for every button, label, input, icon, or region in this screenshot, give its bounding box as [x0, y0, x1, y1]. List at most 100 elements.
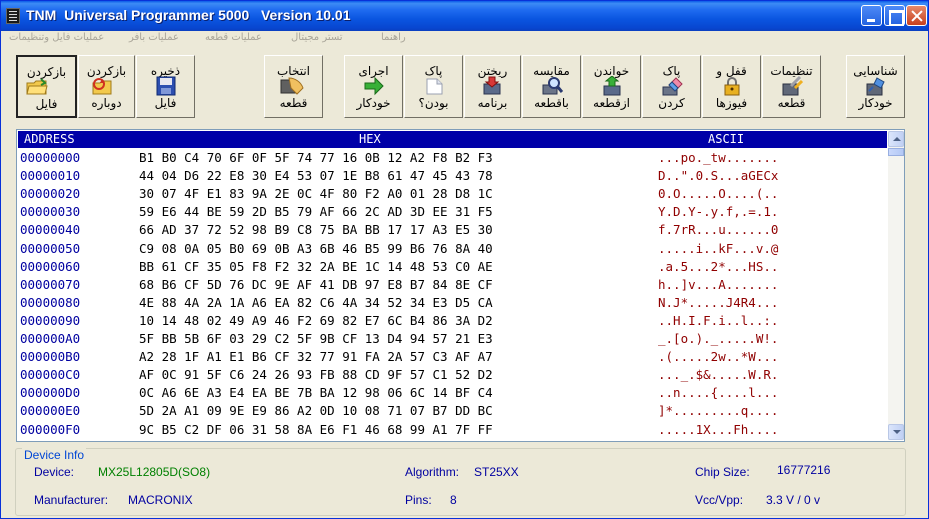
pins-label: Pins: — [405, 493, 432, 507]
chip-size-label: Chip Size: — [695, 465, 750, 479]
hex-bytes: 4E 88 4A 2A 1A A6 EA 82 C6 4A 34 52 34 E… — [139, 294, 493, 310]
save-file-label-2: فایل — [154, 96, 177, 110]
hex-row[interactable]: 00000090 10 14 48 02 49 A9 46 F2 69 82 E7… — [18, 312, 887, 330]
hex-ascii: ...po._tw....... — [658, 150, 779, 165]
vertical-scrollbar[interactable] — [888, 131, 904, 440]
hex-ascii: .(.....2w..*W... — [658, 349, 779, 365]
select-chip-button[interactable]: انتخاب قطعه — [264, 55, 323, 118]
reopen-icon — [92, 78, 112, 95]
hex-row[interactable]: 00000050 C9 08 0A 05 B0 69 0B A3 6B 46 B5… — [18, 240, 887, 258]
hex-address: 00000020 — [20, 186, 81, 202]
hex-ascii: _.[o.)._.....W!. — [658, 331, 779, 346]
manufacturer-value: MACRONIX — [128, 493, 193, 507]
device-label: Device: — [34, 465, 75, 479]
menu-tester[interactable]: تستر مجیتال — [291, 32, 343, 43]
hex-address: 00000000 — [20, 150, 81, 165]
compare-label-2: باقطعه — [534, 96, 569, 110]
hex-row[interactable]: 000000F0 9C B5 C2 DF 06 31 58 8A E6 F1 46… — [18, 421, 887, 439]
hex-row[interactable]: 00000070 68 B6 CF 5D 76 DC 9E AF 41 DB 97… — [18, 276, 887, 294]
hex-bytes: 30 07 4F E1 83 9A 2E 0C 4F 80 F2 A0 01 2… — [139, 186, 493, 202]
auto-run-label-2: خودکار — [356, 96, 391, 110]
read-label-2: ازقطعه — [593, 96, 630, 110]
hex-row[interactable]: 000000B0 A2 28 1F A1 E1 B6 CF 32 77 91 FA… — [18, 348, 887, 366]
vcc-vpp-label: Vcc/Vpp: — [695, 493, 744, 507]
hex-row[interactable]: 000000E0 5D 2A A1 09 9E E9 86 A2 0D 10 08… — [18, 402, 887, 420]
program-icon — [483, 76, 501, 95]
hex-ascii: f.7rR...u......0 — [658, 222, 779, 238]
hex-ascii: Y.D.Y-.y.f,.=.1. — [658, 204, 779, 220]
hex-row[interactable]: 000000A0 5F BB 5B 6F 03 29 C2 5F 9B CF 13… — [18, 330, 887, 348]
save-file-button[interactable]: ذخیره فایل — [136, 55, 195, 118]
title-bar[interactable]: TNM Universal Programmer 5000 Version 10… — [1, 1, 928, 31]
hex-address: 000000D0 — [20, 385, 81, 401]
program-label-2: برنامه — [477, 96, 508, 110]
compare-button[interactable]: مقایسه باقطعه — [522, 55, 581, 118]
address-column-header: ADDRESS — [24, 132, 75, 146]
erase-button[interactable]: پاک کردن — [642, 55, 701, 118]
hex-row[interactable]: 000000C0 AF 0C 91 5F C6 24 26 93 FB 88 CD… — [18, 366, 887, 384]
minimize-button[interactable] — [861, 5, 882, 26]
chip-settings-button[interactable]: تنظیمات قطعه — [762, 55, 821, 118]
auto-run-button[interactable]: اجرای خودکار — [344, 55, 403, 118]
auto-detect-icon — [866, 77, 885, 96]
hex-row[interactable]: 000000D0 0C A6 6E A3 E4 EA BE 7B BA 12 98… — [18, 384, 887, 402]
hex-header: ADDRESS HEX ASCII — [18, 131, 887, 148]
scroll-thumb[interactable] — [888, 148, 904, 156]
hex-ascii: h..]v...A....... — [658, 276, 779, 292]
app-window: TNM Universal Programmer 5000 Version 10… — [0, 0, 929, 519]
program-button[interactable]: ریختن برنامه — [464, 55, 521, 118]
reload-file-button[interactable]: بازکردن فایل — [16, 55, 77, 118]
blank-check-label-2: بودن؟ — [418, 96, 449, 110]
chip-size-value: 16777216 — [777, 463, 831, 477]
scroll-down-button[interactable] — [888, 424, 904, 440]
lock-icon — [724, 77, 740, 96]
menu-chip[interactable]: عملیات قطعه — [205, 32, 262, 43]
read-icon — [603, 76, 621, 96]
ascii-column-header: ASCII — [708, 132, 745, 146]
hex-editor[interactable]: ADDRESS HEX ASCII 00000000 B1 B0 C4 70 6F… — [16, 129, 905, 442]
pins-value: 8 — [450, 493, 457, 507]
floppy-disk-icon — [156, 76, 176, 96]
toolbar: بازکردن فایل بازکردن دوباره ذخیره فایل ا… — [1, 49, 928, 123]
settings-icon — [782, 76, 803, 96]
reopen-button[interactable]: بازکردن دوباره — [78, 55, 135, 118]
blank-check-button[interactable]: پاک بودن؟ — [404, 55, 463, 118]
erase-label-2: کردن — [658, 96, 685, 110]
window-title: TNM Universal Programmer 5000 Version 10… — [26, 7, 351, 23]
read-button[interactable]: خواندن ازقطعه — [582, 55, 641, 118]
hex-row[interactable]: 00000060 BB 61 CF 35 05 F8 F2 32 2A BE 1C… — [18, 258, 887, 276]
close-button[interactable] — [906, 5, 927, 26]
hex-address: 000000F0 — [20, 421, 81, 437]
hex-row[interactable]: 00000020 30 07 4F E1 83 9A 2E 0C 4F 80 F2… — [18, 185, 887, 203]
maximize-button[interactable] — [884, 5, 905, 26]
hex-ascii: N.J*.....J4R4... — [658, 294, 779, 310]
hex-address: 000000E0 — [20, 403, 81, 419]
menu-file-settings[interactable]: عملیات فایل وتنظیمات — [9, 32, 104, 43]
hex-row[interactable]: 00000080 4E 88 4A 2A 1A A6 EA 82 C6 4A 34… — [18, 294, 887, 312]
hex-bytes: 0C A6 6E A3 E4 EA BE 7B BA 12 98 06 6C 1… — [139, 385, 493, 401]
select-chip-icon — [280, 77, 304, 95]
hex-row[interactable]: 00000010 44 04 D6 22 E8 30 E4 53 07 1E B8… — [18, 167, 887, 185]
hex-bytes: 44 04 D6 22 E8 30 E4 53 07 1E B8 61 47 4… — [139, 168, 493, 184]
auto-detect-button[interactable]: شناسایی خودکار — [846, 55, 905, 118]
menu-help[interactable]: راهنما — [381, 32, 406, 43]
auto-run-icon — [364, 76, 384, 96]
algorithm-label: Algorithm: — [405, 465, 460, 479]
hex-row[interactable]: 00000000 B1 B0 C4 70 6F 0F 5F 74 77 16 0B… — [18, 149, 887, 167]
hex-bytes: 10 14 48 02 49 A9 46 F2 69 82 E7 6C B4 8… — [139, 312, 493, 328]
hex-bytes: 59 E6 44 BE 59 2D B5 79 AF 66 2C AD 3D E… — [139, 204, 493, 220]
compare-icon — [542, 77, 563, 95]
folder-open-icon — [26, 78, 48, 95]
hex-row[interactable]: 00000030 59 E6 44 BE 59 2D B5 79 AF 66 2C… — [18, 203, 887, 221]
menu-buffer[interactable]: عملیات بافر — [129, 32, 179, 43]
device-value: MX25L12805D(SO8) — [98, 465, 211, 479]
hex-address: 00000010 — [20, 168, 81, 184]
vcc-vpp-value: 3.3 V / 0 v — [766, 493, 821, 507]
scroll-up-button[interactable] — [888, 131, 904, 147]
hex-address: 000000C0 — [20, 367, 81, 383]
hex-ascii: ..n....{....l... — [658, 385, 779, 401]
hex-row[interactable]: 00000040 66 AD 37 72 52 98 B9 C8 75 BA BB… — [18, 221, 887, 239]
lock-fuses-button[interactable]: قفل و فیوزها — [702, 55, 761, 118]
hex-address: 00000030 — [20, 204, 81, 220]
hex-bytes: 68 B6 CF 5D 76 DC 9E AF 41 DB 97 E8 B7 8… — [139, 276, 493, 292]
